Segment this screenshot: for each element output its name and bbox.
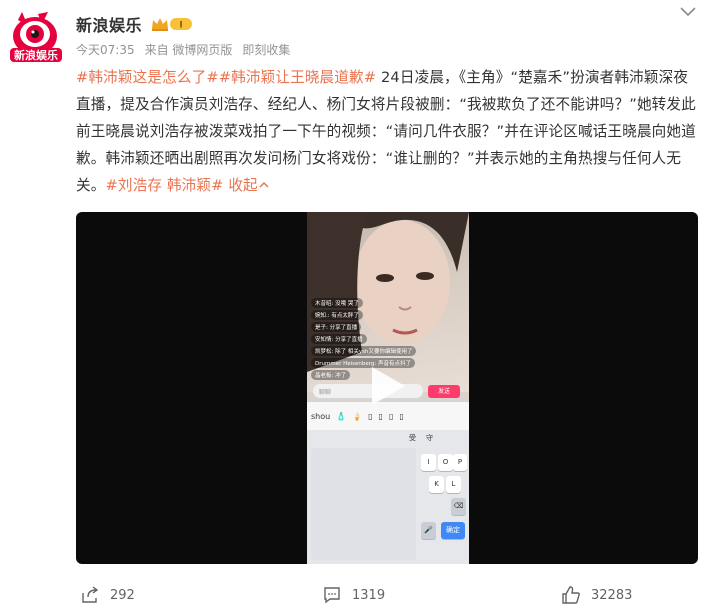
share-icon <box>82 586 99 603</box>
chevron-up-icon <box>259 181 269 188</box>
avatar-text: 新浪娱乐 <box>14 48 58 62</box>
sina-ent-logo-icon: 新浪娱乐 <box>10 12 62 62</box>
avatar[interactable]: 新浪娱乐 <box>8 6 64 64</box>
comment-count: 1319 <box>352 587 386 603</box>
like-count: 32283 <box>591 587 633 603</box>
repost-count: 292 <box>110 587 135 603</box>
collapse-label: 收起 <box>228 177 258 194</box>
sticker-icon: ▯ <box>399 411 404 421</box>
sticker-icon: ▯ <box>368 411 373 421</box>
comment-button[interactable]: 1319 <box>322 585 385 605</box>
key: L <box>446 476 461 493</box>
keyboard-emoji-panel <box>311 448 416 560</box>
video-player[interactable]: 木昔昭: 没哦 哭了 婉知.: 有点太胖了 是子: 分享了直播 安知情: 分享了… <box>76 212 698 564</box>
confirm-key: 确定 <box>441 522 465 539</box>
live-comment: 晶老板: 冲了 <box>311 370 351 380</box>
live-comment: 凯梦松: 除了 相关ysh又要你编辑使用了 <box>311 346 417 356</box>
comment-icon <box>324 587 340 604</box>
key: I <box>421 454 436 471</box>
live-comment: 是子: 分享了直播 <box>311 322 362 332</box>
topic-tag-3[interactable]: #刘浩存 韩沛颖# <box>106 177 224 194</box>
chevron-down-icon <box>680 7 696 17</box>
mic-key-icon: 🎤 <box>421 522 436 539</box>
post-actions: 292 1319 32283 <box>0 580 708 610</box>
topic-tag-1[interactable]: #韩沛颖这是怎么了# <box>76 69 219 86</box>
backspace-key-icon: ⌫ <box>451 498 466 515</box>
key: O <box>438 454 453 471</box>
repost-button[interactable]: 292 <box>80 585 135 605</box>
key: P <box>453 454 467 471</box>
candidate-word: 守 <box>426 434 433 442</box>
like-button[interactable]: 32283 <box>561 585 632 605</box>
key: K <box>429 476 444 493</box>
sticker-icon: ▯ <box>378 411 383 421</box>
sticker-label: shou <box>311 411 331 421</box>
collect-link[interactable]: 即刻收集 <box>242 41 290 58</box>
on-screen-keyboard: 受 守 I O P K L ⌫ 🎤 确定 <box>307 430 469 564</box>
sticker-icon: ▯ <box>388 411 394 421</box>
crown-icon: I <box>152 18 193 31</box>
vip-badge[interactable]: I <box>150 15 194 33</box>
collapse-link[interactable]: 收起 <box>228 177 270 194</box>
vip-level: I <box>179 21 182 31</box>
post-text: #韩沛颖这是怎么了##韩沛颖让王晓晨道歉# 24日凌晨，《主角》“楚嘉禾”扮演者… <box>76 64 696 199</box>
candidate-word: 受 <box>409 434 416 442</box>
play-icon[interactable] <box>368 364 408 408</box>
sticker-icon: 🧴 <box>336 411 347 421</box>
thumbs-up-icon <box>562 586 580 604</box>
live-comment: 木昔昭: 没哦 哭了 <box>311 298 363 308</box>
post-time[interactable]: 今天07:35 <box>76 41 135 58</box>
live-comment: 安知情: 分享了直播 <box>311 334 367 344</box>
sticker-icon: 🍦 <box>352 411 363 421</box>
post-body: 24日凌晨，《主角》“楚嘉禾”扮演者韩沛颖深夜直播，提及合作演员刘浩存、经纪人、… <box>76 69 696 194</box>
live-comment: 婉知.: 有点太胖了 <box>311 310 363 320</box>
chat-send-button: 发送 <box>428 385 460 398</box>
more-menu-button[interactable] <box>678 4 698 20</box>
post-source: 来自 微博网页版 <box>144 43 233 57</box>
author-name[interactable]: 新浪娱乐 <box>76 12 142 36</box>
topic-tag-2[interactable]: #韩沛颖让王晓晨道歉# <box>219 69 376 86</box>
